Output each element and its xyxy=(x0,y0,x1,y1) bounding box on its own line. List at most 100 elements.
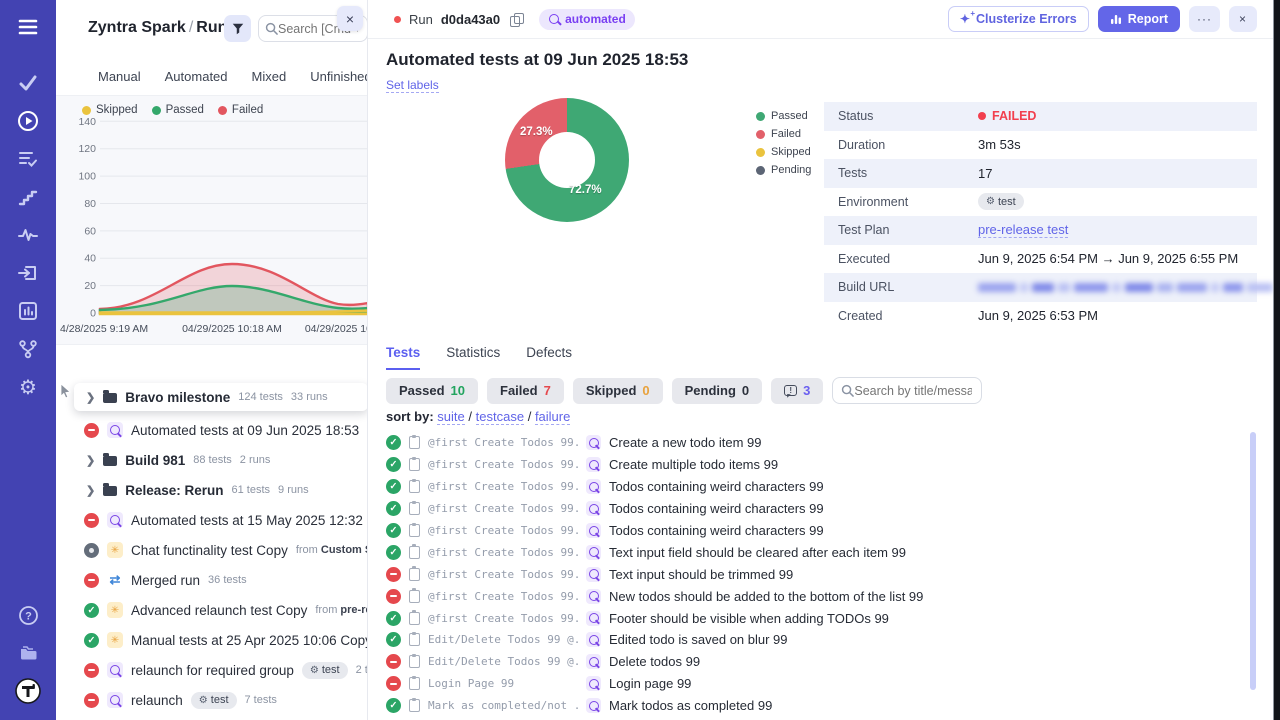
automated-icon xyxy=(586,545,601,560)
detail-row-executed: Executed Jun 9, 2025 6:54 PM → Jun 9, 20… xyxy=(824,245,1257,274)
test-row[interactable]: @first Create Todos 99...Text input fiel… xyxy=(386,541,1246,563)
tests-search[interactable] xyxy=(832,377,982,404)
tab-tests[interactable]: Tests xyxy=(386,345,420,370)
passed-dot xyxy=(756,112,765,121)
clipboard-icon xyxy=(409,502,420,515)
run-status-icon xyxy=(84,633,99,648)
gear-icon[interactable]: ⚙ xyxy=(0,368,56,406)
test-title: Mark todos as completed 99 xyxy=(609,698,772,713)
filter-button[interactable] xyxy=(224,15,251,42)
run-row[interactable]: Automated tests at 09 Jun 2025 18:53 fro… xyxy=(56,415,368,445)
clusterize-errors-button[interactable]: ✦Clusterize Errors xyxy=(948,6,1089,32)
test-row[interactable]: @first Create Todos 99...Create multiple… xyxy=(386,454,1246,476)
runs-panel: Zyntra Spark/Runs × Manual Automated Mix… xyxy=(56,0,368,720)
folder-tests-count: 61 tests xyxy=(232,484,271,496)
automated-badge[interactable]: automated xyxy=(539,9,635,30)
test-row[interactable]: Login Page 99Login page 99 xyxy=(386,673,1246,695)
filter-pending[interactable]: Pending0 xyxy=(672,378,763,404)
sort-by-testcase[interactable]: testcase xyxy=(476,409,524,425)
run-status-icon xyxy=(84,663,99,678)
window-edge xyxy=(1273,0,1280,720)
panel-close-button[interactable]: × xyxy=(337,6,363,31)
play-circle-icon[interactable] xyxy=(0,102,56,140)
sort-by-failure[interactable]: failure xyxy=(535,409,570,425)
filter-passed[interactable]: Passed10 xyxy=(386,378,478,404)
copy-icon[interactable] xyxy=(510,13,523,26)
tab-defects[interactable]: Defects xyxy=(526,345,572,370)
run-details-table: Status FAILED Duration 3m 53s Tests 17 E… xyxy=(824,102,1257,330)
test-row[interactable]: @first Create Todos 99...Todos containin… xyxy=(386,520,1246,542)
tab-mixed[interactable]: Mixed xyxy=(252,69,287,84)
run-row[interactable]: Merged run 36 tests xyxy=(56,565,368,595)
run-status-icon xyxy=(84,513,99,528)
automated-run-icon xyxy=(107,512,123,528)
test-row[interactable]: Edit/Delete Todos 99 @...Edited todo is … xyxy=(386,629,1246,651)
clipboard-icon xyxy=(409,612,420,625)
tab-unfinished[interactable]: Unfinished xyxy=(310,69,368,84)
manual-run-icon xyxy=(107,602,123,618)
suite-name: @first Create Todos 99... xyxy=(428,480,578,493)
hamburger-icon[interactable] xyxy=(0,8,56,46)
run-row[interactable]: Chat functinality test Copy from Custom … xyxy=(56,535,368,565)
help-icon[interactable]: ? xyxy=(0,596,56,634)
automated-icon xyxy=(586,567,601,582)
more-button[interactable]: ··· xyxy=(1189,6,1220,32)
set-labels-link[interactable]: Set labels xyxy=(386,78,439,93)
run-row[interactable]: relaunch for required group ⚙test 2 test… xyxy=(56,655,368,685)
sign-in-icon[interactable] xyxy=(0,254,56,292)
report-button[interactable]: Report xyxy=(1098,6,1180,32)
test-status-icon xyxy=(386,435,401,450)
check-icon[interactable] xyxy=(0,64,56,102)
test-row[interactable]: @first Create Todos 99...Todos containin… xyxy=(386,476,1246,498)
filter-comments[interactable]: !3 xyxy=(771,378,823,404)
clipboard-icon xyxy=(409,568,420,581)
run-row[interactable]: relaunch ⚙test 7 tests xyxy=(56,685,368,715)
pending-dot xyxy=(756,166,765,175)
automated-run-icon xyxy=(107,422,123,438)
git-branch-icon[interactable] xyxy=(0,330,56,368)
logo[interactable] xyxy=(0,672,56,710)
stairs-icon[interactable] xyxy=(0,178,56,216)
automated-icon xyxy=(586,676,601,691)
test-plan-link[interactable]: pre-release test xyxy=(978,222,1068,238)
gear-icon: ⚙ xyxy=(986,196,995,207)
run-row[interactable]: Advanced relaunch test Copy from pre-rel… xyxy=(56,595,368,625)
test-row[interactable]: @first Create Todos 99...Text input shou… xyxy=(386,563,1246,585)
test-row[interactable]: @first Create Todos 99...Create a new to… xyxy=(386,432,1246,454)
run-row[interactable]: Manual tests at 25 Apr 2025 10:06 Copy f… xyxy=(56,625,368,655)
close-run-button[interactable]: × xyxy=(1229,6,1257,32)
legend-skipped: Skipped xyxy=(756,146,811,158)
bar-chart-icon[interactable] xyxy=(0,292,56,330)
test-row[interactable]: @first Create Todos 99...New todos shoul… xyxy=(386,585,1246,607)
list-check-icon[interactable] xyxy=(0,140,56,178)
run-folder-row[interactable]: ❯ Bravo milestone 124 tests 33 runs xyxy=(74,383,368,411)
tab-manual[interactable]: Manual xyxy=(98,69,141,84)
projects-icon[interactable] xyxy=(0,634,56,672)
chevron-right-icon[interactable]: ❯ xyxy=(86,484,95,497)
activity-icon[interactable] xyxy=(0,216,56,254)
filter-failed[interactable]: Failed7 xyxy=(487,378,564,404)
test-title: Todos containing weird characters 99 xyxy=(609,501,824,516)
tests-scrollbar[interactable] xyxy=(1250,432,1256,690)
automated-icon xyxy=(586,654,601,669)
tab-automated[interactable]: Automated xyxy=(165,69,228,84)
passed-percent-label: 72.7% xyxy=(569,184,602,196)
run-folder-row[interactable]: ❯ Release: Rerun 61 tests 9 runs xyxy=(56,475,368,505)
test-row[interactable]: Mark as completed/not ...Mark todos as c… xyxy=(386,695,1246,717)
test-row[interactable]: @first Create Todos 99...Footer should b… xyxy=(386,607,1246,629)
test-row[interactable]: Edit/Delete Todos 99 @...Delete todos 99 xyxy=(386,651,1246,673)
filter-skipped[interactable]: Skipped0 xyxy=(573,378,663,404)
test-status-icon xyxy=(386,523,401,538)
suite-name: @first Create Todos 99... xyxy=(428,502,578,515)
sort-by-suite[interactable]: suite xyxy=(437,409,464,425)
tab-statistics[interactable]: Statistics xyxy=(446,345,500,370)
run-folder-row[interactable]: ❯ Build 981 88 tests 2 runs xyxy=(56,445,368,475)
legend-passed: Passed xyxy=(756,110,811,122)
test-row[interactable]: @first Create Todos 99... Todos containin… xyxy=(386,498,1246,520)
chevron-right-icon[interactable]: ❯ xyxy=(86,391,95,404)
automated-icon xyxy=(586,457,601,472)
run-row[interactable]: Automated tests at 15 May 2025 12:32 fro… xyxy=(56,505,368,535)
folder-name: Build 981 xyxy=(125,453,185,468)
chevron-right-icon[interactable]: ❯ xyxy=(86,454,95,467)
tests-search-input[interactable] xyxy=(854,384,972,398)
